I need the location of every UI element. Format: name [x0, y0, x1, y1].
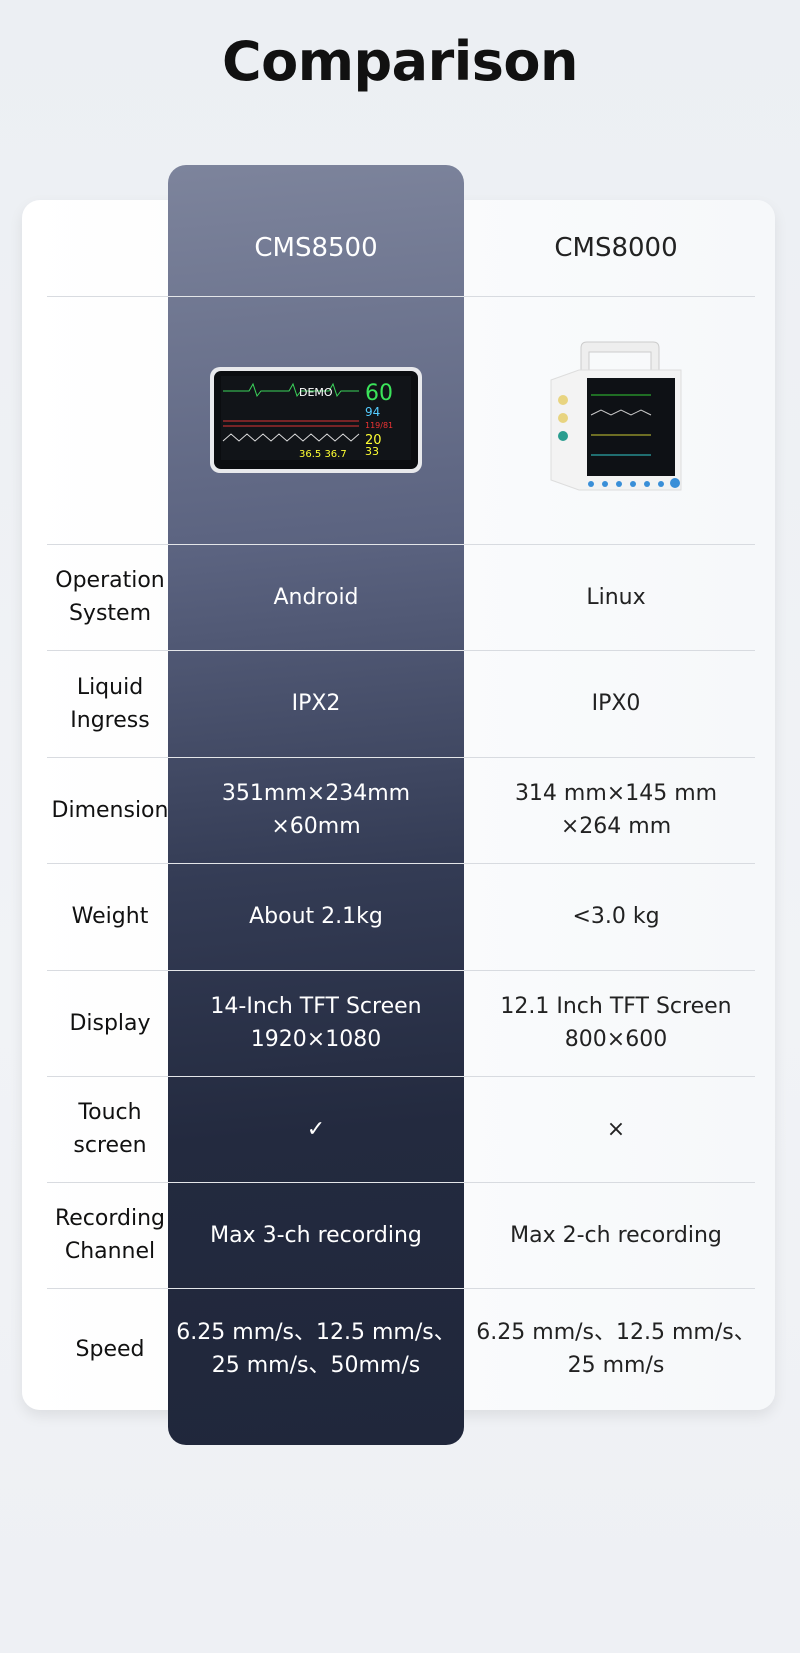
- svg-text:60: 60: [365, 381, 393, 406]
- row-label: Display: [69, 1010, 151, 1036]
- row-label: Speed: [75, 1336, 145, 1362]
- table-row: Weight About 2.1kg <3.0 kg: [0, 863, 800, 970]
- cms8000-value: <3.0 kg: [572, 904, 660, 929]
- cms8000-image: [464, 296, 768, 544]
- cms8000-value: 6.25 mm/s、12.5 mm/s、 25 mm/s: [476, 1320, 756, 1378]
- product-name-a: CMS8500: [254, 232, 378, 263]
- table-row: Operation System Android Linux: [0, 544, 800, 650]
- row-label: Operation System: [55, 568, 165, 626]
- table-row: Speed 6.25 mm/s、12.5 mm/s、 25 mm/s、50mm/…: [0, 1288, 800, 1410]
- cms8500-value: IPX2: [291, 691, 341, 716]
- cms8500-value: 351mm×234mm ×60mm: [221, 781, 411, 839]
- row-label: Weight: [71, 904, 149, 929]
- page-title: Comparison: [222, 30, 578, 93]
- demo-label: DEMO: [299, 386, 333, 399]
- cms8000-value: ×: [606, 1116, 626, 1142]
- row-label: Liquid Ingress: [70, 674, 150, 733]
- svg-text:33: 33: [365, 445, 379, 458]
- cms8500-value: About 2.1kg: [249, 904, 383, 929]
- table-row: Touch screen ✓ ×: [0, 1076, 800, 1182]
- row-label: Dimension: [51, 797, 169, 823]
- cms8500-value: ✓: [306, 1116, 326, 1142]
- table-row: Liquid Ingress IPX2 IPX0: [0, 650, 800, 757]
- cms8500-value: 6.25 mm/s、12.5 mm/s、 25 mm/s、50mm/s: [176, 1320, 456, 1378]
- product-name-b: CMS8000: [554, 232, 678, 263]
- header-row: CMS8500 CMS8000: [0, 200, 800, 296]
- row-label: Recording Channel: [54, 1206, 166, 1264]
- cms8500-value: 14-Inch TFT Screen 1920×1080: [210, 994, 422, 1052]
- cms8000-value: 314 mm×145 mm ×264 mm: [514, 781, 718, 839]
- svg-text:36.5 36.7: 36.5 36.7: [299, 449, 347, 460]
- cms8000-value: 12.1 Inch TFT Screen 800×600: [500, 994, 732, 1052]
- table-row: Dimension 351mm×234mm ×60mm 314 mm×145 m…: [0, 757, 800, 863]
- image-row: DEMO 60 94 119/81 20 33 36.5 36.7: [0, 296, 800, 544]
- svg-text:119/81: 119/81: [365, 421, 393, 430]
- cms8500-value: Android: [273, 584, 359, 610]
- svg-text:94: 94: [365, 405, 380, 419]
- table-row: Recording Channel Max 3-ch recording Max…: [0, 1182, 800, 1288]
- cms8500-value: Max 3-ch recording: [210, 1222, 422, 1248]
- cms8000-value: IPX0: [591, 691, 641, 716]
- row-label: Touch screen: [73, 1100, 147, 1158]
- table-row: Display 14-Inch TFT Screen 1920×1080 12.…: [0, 970, 800, 1076]
- cms8500-image: DEMO 60 94 119/81 20 33 36.5 36.7: [168, 296, 464, 544]
- cms8000-value: Max 2-ch recording: [510, 1222, 722, 1248]
- cms8000-value: Linux: [586, 584, 646, 610]
